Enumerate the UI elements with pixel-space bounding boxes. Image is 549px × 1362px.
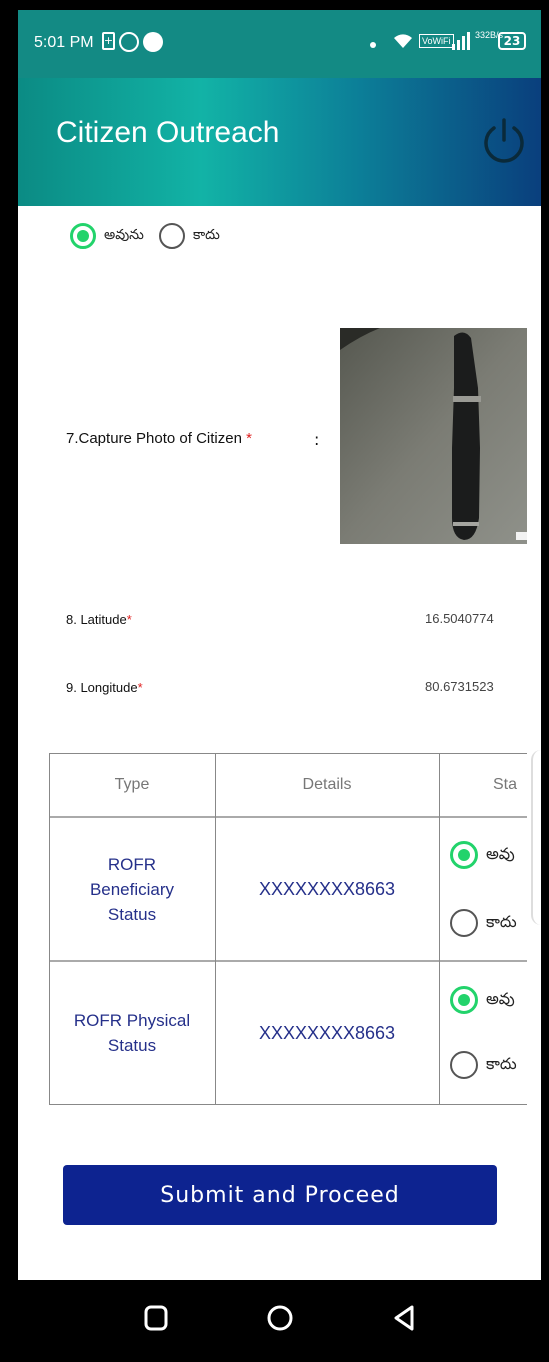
app-screen: 5:01 PM + VoWiFi 332 B/s 23 Citizen Outr… — [18, 10, 541, 1357]
radio-selected-icon[interactable] — [70, 223, 96, 249]
required-mark: * — [126, 612, 132, 627]
col-header-details: Details — [302, 775, 352, 793]
radio-label-no: కాదు — [486, 911, 517, 931]
speed-value: 332 — [475, 30, 491, 40]
recent-apps-icon[interactable] — [140, 1302, 172, 1334]
type-line: Status — [107, 1036, 157, 1055]
dot-icon — [370, 42, 376, 48]
navigation-bar — [18, 1280, 541, 1357]
col-header-status: Sta — [493, 775, 518, 793]
battery-icon: 23 — [498, 32, 526, 50]
table-row-1-details: XXXXXXXX8663 — [258, 878, 396, 899]
latitude-label-text: 8. Latitude — [66, 612, 127, 627]
longitude-value: 80.6731523 — [425, 679, 494, 694]
row-2-radio-no[interactable]: కాదు — [450, 1051, 517, 1079]
type-line: Status — [107, 904, 157, 924]
status-table: Type Details Sta ROFR Beneficiary Status… — [49, 753, 527, 1105]
table-row-2-details: XXXXXXXX8663 — [258, 1022, 396, 1043]
radio-unselected-icon[interactable] — [450, 1051, 478, 1079]
home-icon[interactable] — [264, 1302, 296, 1334]
wifi-icon — [393, 32, 413, 50]
whatsapp-icon — [119, 32, 139, 52]
radio-selected-icon[interactable] — [450, 841, 478, 869]
radio-label-yes: అవు — [486, 843, 515, 863]
status-time: 5:01 PM — [34, 34, 94, 51]
power-icon[interactable] — [480, 112, 528, 166]
app-header: Citizen Outreach — [18, 78, 541, 206]
top-radio-yes[interactable]: అవును — [70, 223, 144, 249]
radio-unselected-icon[interactable] — [450, 909, 478, 937]
radio-label-yes: అవును — [104, 226, 144, 243]
type-line: Beneficiary — [89, 879, 175, 899]
app-title: Citizen Outreach — [56, 116, 280, 149]
longitude-label-text: 9. Longitude — [66, 680, 138, 695]
row-1-radio-yes[interactable]: అవు — [450, 841, 515, 869]
signal-icon — [452, 32, 472, 50]
scroll-indicator[interactable] — [531, 750, 541, 925]
latitude-label: 8. Latitude* — [66, 612, 132, 627]
submit-button[interactable]: Submit and Proceed — [63, 1165, 497, 1225]
status-bar: 5:01 PM + VoWiFi 332 B/s 23 — [18, 10, 541, 78]
photo-field-label: 7.Capture Photo of Citizen * — [66, 430, 252, 447]
captured-photo[interactable] — [340, 328, 527, 544]
radio-unselected-icon[interactable] — [159, 223, 185, 249]
required-mark: * — [137, 680, 143, 695]
vowifi-badge: VoWiFi — [419, 34, 454, 48]
radio-label-no: కాదు — [193, 226, 220, 243]
radio-label-yes: అవు — [486, 988, 515, 1008]
latitude-value: 16.5040774 — [425, 611, 494, 626]
radio-label-no: కాదు — [486, 1053, 517, 1073]
photo-label-text: 7.Capture Photo of Citizen — [66, 430, 242, 447]
top-radio-no[interactable]: కాదు — [159, 223, 220, 249]
radio-selected-icon[interactable] — [450, 986, 478, 1014]
type-line: ROFR Physical — [73, 1011, 191, 1030]
photo-colon: : — [314, 430, 320, 449]
battery-saver-icon: + — [102, 32, 115, 50]
required-mark: * — [246, 430, 252, 447]
col-header-type: Type — [114, 775, 150, 793]
notification-dot-icon — [143, 32, 163, 52]
table-row-2-type: ROFR Physical Status — [49, 962, 215, 1104]
longitude-label: 9. Longitude* — [66, 680, 143, 695]
type-line: ROFR — [107, 854, 157, 874]
table-row-1-type: ROFR Beneficiary Status — [49, 818, 215, 960]
row-2-radio-yes[interactable]: అవు — [450, 986, 515, 1014]
back-icon[interactable] — [388, 1302, 420, 1334]
row-1-radio-no[interactable]: కాదు — [450, 909, 517, 937]
